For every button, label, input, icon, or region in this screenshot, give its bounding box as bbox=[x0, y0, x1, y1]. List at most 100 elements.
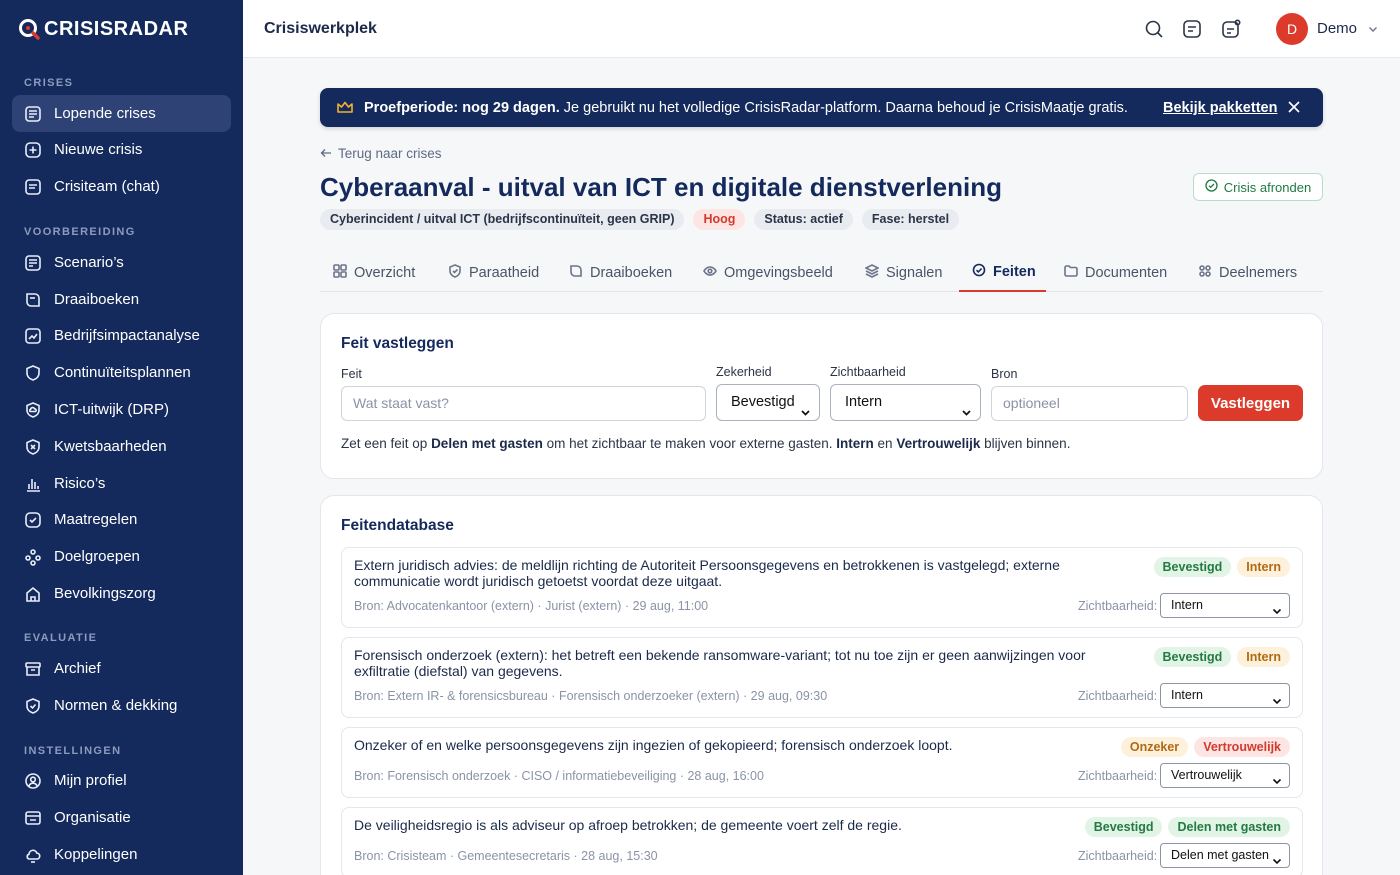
sidebar-item-archief[interactable]: Archief bbox=[12, 650, 231, 687]
tab-label: Omgevingsbeeld bbox=[724, 264, 833, 281]
tab-deelnemers[interactable]: Deelnemers bbox=[1198, 253, 1297, 292]
fact-visibility-value: Intern bbox=[1171, 688, 1203, 702]
shield-x-icon bbox=[24, 438, 42, 456]
view-packages-link[interactable]: Bekijk pakketten bbox=[1163, 100, 1277, 116]
hint-bold: Vertrouwelijk bbox=[896, 436, 981, 451]
sidebar-item-nieuwe-crisis[interactable]: Nieuwe crisis bbox=[12, 131, 231, 168]
tab-draaiboeken[interactable]: Draaiboeken bbox=[569, 253, 672, 292]
sidebar-item-maatregelen[interactable]: Maatregelen bbox=[12, 501, 231, 538]
chevron-down-icon[interactable] bbox=[1367, 22, 1379, 34]
tab-signalen[interactable]: Signalen bbox=[864, 253, 942, 292]
nav-section-title: EVALUATIE bbox=[24, 632, 98, 644]
fact-item: Forensisch onderzoek (extern): het betre… bbox=[341, 637, 1303, 718]
sidebar-item-lopende-crises[interactable]: Lopende crises bbox=[12, 95, 231, 132]
check-circle-icon bbox=[972, 263, 986, 281]
page-title: Cyberaanval - uitval van ICT en digitale… bbox=[320, 172, 1002, 202]
user-name[interactable]: Demo bbox=[1317, 20, 1357, 37]
hint-part: blijven binnen. bbox=[980, 436, 1071, 451]
avatar[interactable]: D bbox=[1276, 13, 1308, 45]
facts-database-card: Feitendatabase Extern juridisch advies: … bbox=[320, 495, 1323, 875]
scenario-icon bbox=[24, 254, 42, 272]
sidebar-item-doelgroepen[interactable]: Doelgroepen bbox=[12, 538, 231, 575]
notifications-icon[interactable] bbox=[1220, 18, 1242, 40]
finish-crisis-button[interactable]: Crisis afronden bbox=[1193, 173, 1323, 201]
chevron-down-icon bbox=[1272, 691, 1282, 705]
sidebar-item-continuiteitsplannen[interactable]: Continuïteitsplannen bbox=[12, 354, 231, 391]
fact-meta: Bron: Crisisteam · Gemeentesecretaris · … bbox=[354, 849, 658, 863]
book-icon bbox=[24, 291, 42, 309]
sidebar-item-label: Koppelingen bbox=[54, 846, 138, 863]
tab-documenten[interactable]: Documenten bbox=[1064, 253, 1167, 292]
phase-badge: Fase: herstel bbox=[861, 209, 960, 230]
nav-section-title: CRISES bbox=[24, 77, 74, 89]
book-icon bbox=[569, 264, 583, 282]
shield-check-icon bbox=[448, 263, 462, 282]
sidebar-item-bedrijfsimpactanalyse[interactable]: Bedrijfsimpactanalyse bbox=[12, 317, 231, 354]
fact-badges: Onzeker Vertrouwelijk bbox=[1120, 737, 1290, 757]
sidebar-item-mijn-profiel[interactable]: Mijn profiel bbox=[12, 762, 231, 799]
sidebar-item-crisiteam-chat[interactable]: Crisiteam (chat) bbox=[12, 168, 231, 205]
visibility-select[interactable]: Intern bbox=[830, 384, 981, 421]
hint-bold: Delen met gasten bbox=[431, 436, 543, 451]
source-input[interactable]: optioneel bbox=[991, 386, 1188, 421]
hint-bold: Intern bbox=[836, 436, 874, 451]
tab-paraatheid[interactable]: Paraatheid bbox=[448, 253, 539, 292]
notes-icon[interactable] bbox=[1181, 18, 1203, 40]
sidebar: CRISISRADAR CRISES Lopende crises Nieuwe… bbox=[0, 0, 243, 875]
fact-visibility-select[interactable]: Intern bbox=[1160, 683, 1290, 708]
sidebar-item-label: Bedrijfsimpactanalyse bbox=[54, 327, 200, 344]
chevron-down-icon bbox=[1272, 601, 1282, 615]
shield-cloud-icon bbox=[24, 401, 42, 419]
certainty-select-value: Bevestigd bbox=[731, 394, 795, 410]
brand-logo[interactable]: CRISISRADAR bbox=[0, 0, 243, 58]
sidebar-item-normen-dekking[interactable]: Normen & dekking bbox=[12, 687, 231, 724]
chevron-down-icon bbox=[800, 397, 811, 416]
search-icon[interactable] bbox=[1143, 18, 1165, 40]
radar-logo-icon bbox=[18, 18, 40, 40]
sidebar-item-label: Lopende crises bbox=[54, 105, 156, 122]
fact-visibility-select[interactable]: Delen met gasten bbox=[1160, 843, 1290, 868]
tab-label: Documenten bbox=[1085, 264, 1168, 281]
sidebar-item-kwetsbaarheden[interactable]: Kwetsbaarheden bbox=[12, 428, 231, 465]
archive-icon bbox=[24, 660, 42, 678]
visibility-field-label: Zichtbaarheid: bbox=[1078, 599, 1158, 613]
fact-label: Feit bbox=[341, 367, 362, 381]
certainty-select[interactable]: Bevestigd bbox=[716, 384, 820, 421]
tab-feiten[interactable]: Feiten bbox=[959, 253, 1046, 292]
sidebar-item-scenarios[interactable]: Scenario’s bbox=[12, 244, 231, 281]
sidebar-item-label: Doelgroepen bbox=[54, 548, 140, 565]
sidebar-item-draaiboeken[interactable]: Draaiboeken bbox=[12, 281, 231, 318]
sidebar-item-koppelingen[interactable]: Koppelingen bbox=[12, 836, 231, 873]
tab-overzicht[interactable]: Overzicht bbox=[333, 253, 415, 292]
visibility-select-value: Intern bbox=[845, 394, 883, 410]
house-icon bbox=[24, 585, 42, 603]
certainty-badge: Onzeker bbox=[1120, 737, 1189, 757]
fact-visibility-select[interactable]: Intern bbox=[1160, 593, 1290, 618]
sidebar-item-ict-uitwijk[interactable]: ICT-uitwijk (DRP) bbox=[12, 391, 231, 428]
fact-input[interactable]: Wat staat vast? bbox=[341, 386, 706, 421]
certainty-badge: Bevestigd bbox=[1153, 557, 1232, 577]
workspace-title: Crisiswerkplek bbox=[264, 20, 377, 37]
fact-form-card: Feit vastleggen Feit Wat staat vast? Zek… bbox=[320, 313, 1323, 479]
close-icon[interactable] bbox=[1286, 99, 1302, 115]
sidebar-item-bevolkingszorg[interactable]: Bevolkingszorg bbox=[12, 575, 231, 612]
sidebar-item-risicos[interactable]: Risico’s bbox=[12, 465, 231, 502]
chevron-down-icon bbox=[1272, 851, 1282, 865]
sidebar-item-label: Organisatie bbox=[54, 809, 131, 826]
fact-badges: Bevestigd Delen met gasten bbox=[1084, 817, 1290, 837]
fact-text: Extern juridisch advies: de meldlijn ric… bbox=[354, 557, 1060, 589]
sidebar-item-label: Mijn profiel bbox=[54, 772, 127, 789]
trial-banner-bold: Proefperiode: nog 29 dagen. bbox=[364, 100, 560, 116]
back-link[interactable]: Terug naar crises bbox=[320, 146, 442, 161]
sidebar-item-organisatie[interactable]: Organisatie bbox=[12, 799, 231, 836]
fact-visibility-value: Vertrouwelijk bbox=[1171, 768, 1242, 782]
fact-visibility-select[interactable]: Vertrouwelijk bbox=[1160, 763, 1290, 788]
check-badge-icon bbox=[24, 511, 42, 529]
certainty-badge: Bevestigd bbox=[1084, 817, 1163, 837]
tab-omgevingsbeeld[interactable]: Omgevingsbeeld bbox=[703, 253, 833, 292]
source-label: Bron bbox=[991, 367, 1018, 381]
submit-fact-button[interactable]: Vastleggen bbox=[1198, 385, 1303, 421]
fact-visibility-value: Delen met gasten bbox=[1171, 848, 1269, 862]
visibility-badge: Delen met gasten bbox=[1168, 817, 1290, 837]
brand-name: CRISISRADAR bbox=[44, 17, 189, 40]
